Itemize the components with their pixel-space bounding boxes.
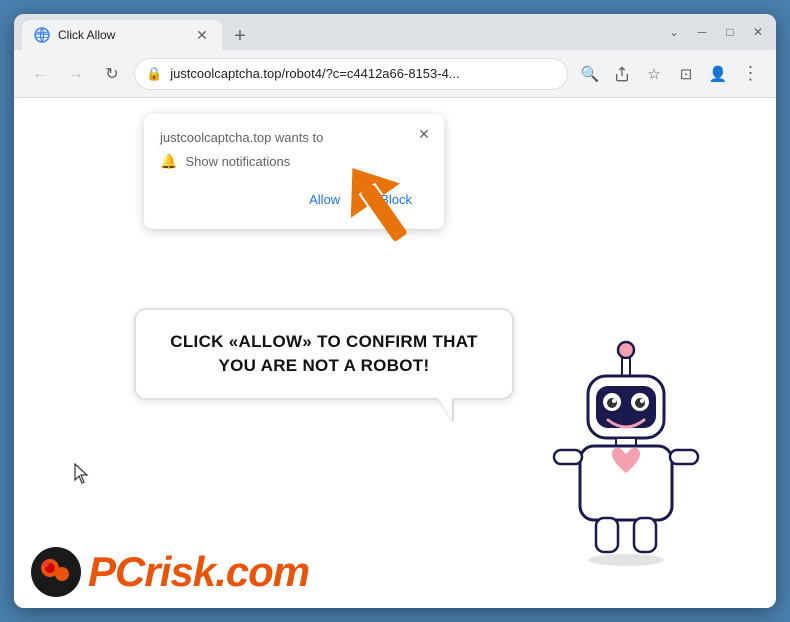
robot-illustration xyxy=(536,338,716,568)
tab-area: Click Allow ✕ + xyxy=(22,14,656,50)
menu-button[interactable]: ⋮ xyxy=(736,60,764,88)
search-button[interactable]: 🔍 xyxy=(576,60,604,88)
forward-button[interactable]: → xyxy=(62,60,90,88)
url-bar[interactable]: 🔒 justcoolcaptcha.top/robot4/?c=c4412a66… xyxy=(134,58,568,90)
title-bar: Click Allow ✕ + ⌄ ─ □ ✕ xyxy=(14,14,776,50)
refresh-button[interactable]: ↻ xyxy=(98,60,126,88)
lock-icon: 🔒 xyxy=(146,66,162,82)
split-view-button[interactable]: ⊡ xyxy=(672,60,700,88)
tab-title: Click Allow xyxy=(58,28,186,42)
dialog-close-button[interactable]: ✕ xyxy=(414,124,434,144)
active-tab[interactable]: Click Allow ✕ xyxy=(22,20,222,50)
pcrisk-pc: PC xyxy=(88,548,144,595)
speech-bubble: CLICK «ALLOW» TO CONFIRM THAT YOU ARE NO… xyxy=(134,308,514,400)
new-tab-button[interactable]: + xyxy=(226,22,254,50)
minimize-button[interactable]: ─ xyxy=(692,25,712,39)
tab-favicon xyxy=(34,27,50,43)
dialog-title: justcoolcaptcha.top wants to xyxy=(160,130,428,145)
pcrisk-icon xyxy=(30,546,82,598)
pcrisk-risk: risk.com xyxy=(144,548,309,595)
page-content: ✕ justcoolcaptcha.top wants to 🔔 Show no… xyxy=(14,98,776,608)
url-text: justcoolcaptcha.top/robot4/?c=c4412a66-8… xyxy=(170,66,556,81)
pcrisk-text: PCrisk.com xyxy=(88,551,309,593)
browser-window: Click Allow ✕ + ⌄ ─ □ ✕ ← → ↻ 🔒 justcool… xyxy=(14,14,776,608)
mouse-cursor xyxy=(74,463,92,490)
bookmark-button[interactable]: ☆ xyxy=(640,60,668,88)
address-bar: ← → ↻ 🔒 justcoolcaptcha.top/robot4/?c=c4… xyxy=(14,50,776,98)
permission-text: Show notifications xyxy=(185,154,290,169)
chevron-button[interactable]: ⌄ xyxy=(664,25,684,39)
maximize-button[interactable]: □ xyxy=(720,25,740,39)
url-actions: 🔍 ☆ ⊡ 👤 ⋮ xyxy=(576,60,764,88)
bell-icon: 🔔 xyxy=(160,153,177,170)
bubble-text: CLICK «ALLOW» TO CONFIRM THAT YOU ARE NO… xyxy=(160,330,488,378)
profile-button[interactable]: 👤 xyxy=(704,60,732,88)
window-controls: ⌄ ─ □ ✕ xyxy=(664,25,768,39)
share-button[interactable] xyxy=(608,60,636,88)
close-button[interactable]: ✕ xyxy=(748,25,768,39)
tab-close-button[interactable]: ✕ xyxy=(194,27,210,43)
arrow-indicator xyxy=(324,153,444,278)
pcrisk-logo: PCrisk.com xyxy=(30,546,309,598)
back-button[interactable]: ← xyxy=(26,60,54,88)
